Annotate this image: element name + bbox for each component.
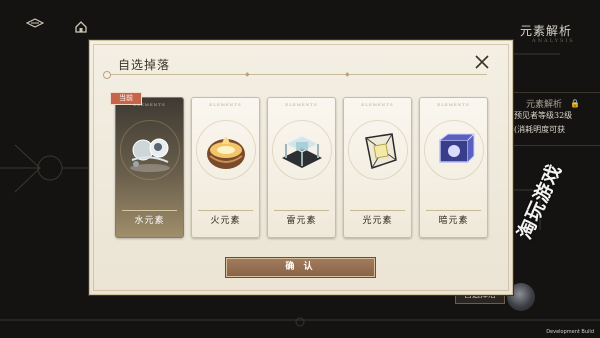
background-info-panel: 元素解析 🔒 预见者等级32级 (消耗明度可获 <box>503 92 600 146</box>
fire-element-icon <box>207 137 245 169</box>
card-name: 水元素 <box>134 216 165 226</box>
card-water-element[interactable]: ELEMENTS 水元素 <box>115 97 184 238</box>
card-thunder-element[interactable]: ELEMENTS 雷元素 <box>267 97 336 238</box>
card-name: 雷元素 <box>286 216 317 226</box>
back-arrow-icon[interactable] <box>26 18 44 28</box>
info-line-1: 元素解析 <box>526 100 563 110</box>
title-divider <box>103 71 487 79</box>
thunder-element-icon <box>282 135 322 168</box>
card-divider <box>350 210 405 211</box>
card-light-element[interactable]: ELEMENTS 光元素 <box>343 97 412 238</box>
card-code: ELEMENTS <box>285 102 318 107</box>
divider-dot: ◆ <box>245 71 250 78</box>
card-code: ELEMENTS <box>361 102 394 107</box>
background-panel-title: 元素解析 <box>520 24 573 38</box>
card-divider <box>426 210 481 211</box>
card-divider <box>122 210 177 211</box>
card-dark-element[interactable]: ELEMENTS 暗元素 <box>419 97 488 238</box>
water-element-icon <box>130 138 170 172</box>
info-line-3: (消耗明度可获 <box>514 125 566 134</box>
card-divider <box>198 210 253 211</box>
lock-icon: 🔒 <box>570 99 580 108</box>
home-icon[interactable] <box>74 20 88 34</box>
card-code: ELEMENTS <box>437 102 470 107</box>
card-name: 光元素 <box>362 216 393 226</box>
dark-element-icon <box>439 132 476 163</box>
dialog-title: 自选掉落 <box>118 58 171 72</box>
light-element-icon <box>365 133 397 169</box>
divider-dot: ◆ <box>345 71 350 78</box>
card-fire-element[interactable]: ELEMENTS 火元素 <box>191 97 260 238</box>
current-tag: 当前 <box>110 92 142 105</box>
card-code: ELEMENTS <box>209 102 242 107</box>
card-divider <box>274 210 329 211</box>
background-panel-subtitle: ANALYSIS <box>532 38 575 44</box>
select-drop-dialog: 自选掉落 ◆ ◆ 当前 ELEMENTS 水元素 ELEMENTS 火元素 EL… <box>89 40 513 295</box>
info-line-2: 预见者等级32级 <box>514 111 573 120</box>
card-name: 暗元素 <box>438 216 469 226</box>
close-icon[interactable] <box>473 53 491 71</box>
card-name: 火元素 <box>210 216 241 226</box>
build-label: Development Build <box>546 329 594 335</box>
confirm-button[interactable]: 确 认 <box>226 258 375 277</box>
